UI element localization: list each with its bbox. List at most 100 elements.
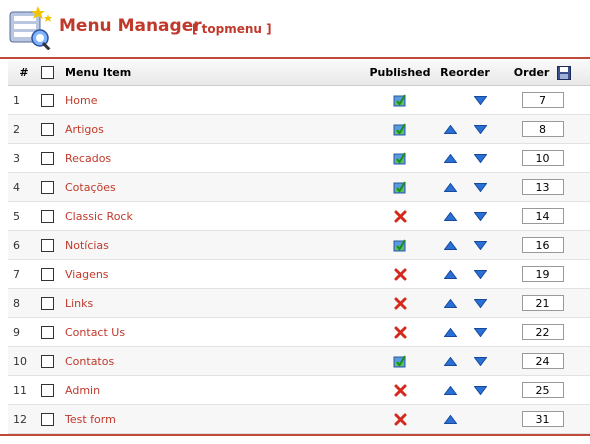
move-down-icon[interactable]: [473, 386, 487, 395]
move-up-icon[interactable]: [443, 328, 457, 337]
menu-item-link[interactable]: Contact Us: [65, 326, 125, 339]
order-input[interactable]: [521, 121, 564, 137]
move-up-icon[interactable]: [443, 299, 457, 308]
move-up-cell: [435, 288, 465, 318]
move-down-cell: [465, 404, 495, 434]
move-down-icon[interactable]: [473, 328, 487, 337]
move-up-icon[interactable]: [443, 357, 457, 366]
published-icon[interactable]: [393, 122, 407, 136]
menu-item-link[interactable]: Admin: [65, 384, 100, 397]
order-input[interactable]: [521, 179, 564, 195]
row-checkbox[interactable]: [40, 267, 54, 281]
menu-item-link[interactable]: Cotações: [65, 181, 116, 194]
menu-item-link[interactable]: Recados: [65, 152, 111, 165]
order-input[interactable]: [521, 92, 564, 108]
row-checkbox[interactable]: [40, 209, 54, 223]
row-select-cell: [35, 172, 59, 202]
row-checkbox[interactable]: [40, 180, 54, 194]
header: Menu Manager [ topmenu ]: [0, 0, 590, 56]
move-down-icon[interactable]: [473, 212, 487, 221]
menu-item-link[interactable]: Classic Rock: [65, 210, 133, 223]
move-up-cell: [435, 317, 465, 347]
move-up-icon[interactable]: [443, 154, 457, 163]
move-up-icon[interactable]: [443, 270, 457, 279]
move-up-icon[interactable]: [443, 241, 457, 250]
row-checkbox[interactable]: [40, 151, 54, 165]
unpublished-icon[interactable]: [394, 326, 407, 339]
published-icon[interactable]: [393, 354, 407, 368]
menu-item-link[interactable]: Artigos: [65, 123, 104, 136]
move-up-icon[interactable]: [443, 125, 457, 134]
unpublished-icon[interactable]: [394, 297, 407, 310]
row-checkbox[interactable]: [40, 325, 54, 339]
unpublished-icon[interactable]: [394, 413, 407, 426]
row-checkbox[interactable]: [40, 296, 54, 310]
row-select-cell: [35, 259, 59, 289]
order-input[interactable]: [521, 411, 564, 427]
row-number: 10: [8, 346, 35, 376]
row-checkbox[interactable]: [40, 93, 54, 107]
order-input[interactable]: [521, 237, 564, 253]
menu-item-link[interactable]: Home: [65, 94, 97, 107]
move-up-icon[interactable]: [443, 415, 457, 424]
published-cell: [365, 201, 435, 231]
row-number: 12: [8, 404, 35, 434]
move-down-cell: [465, 172, 495, 202]
move-down-icon[interactable]: [473, 270, 487, 279]
move-down-icon[interactable]: [473, 125, 487, 134]
column-header-published[interactable]: Published: [365, 60, 435, 86]
move-up-icon[interactable]: [443, 386, 457, 395]
order-input[interactable]: [521, 150, 564, 166]
menu-item-link[interactable]: Contatos: [65, 355, 114, 368]
unpublished-icon[interactable]: [394, 210, 407, 223]
move-down-icon[interactable]: [473, 299, 487, 308]
published-icon[interactable]: [393, 238, 407, 252]
table-row: 7 Viagens: [8, 259, 590, 289]
order-input[interactable]: [521, 353, 564, 369]
row-select-cell: [35, 317, 59, 347]
row-select-cell: [35, 346, 59, 376]
row-checkbox[interactable]: [40, 354, 54, 368]
menu-item-link[interactable]: Test form: [65, 413, 116, 426]
column-header-order-label[interactable]: Order: [514, 66, 550, 79]
order-input[interactable]: [521, 295, 564, 311]
unpublished-icon[interactable]: [394, 384, 407, 397]
published-icon[interactable]: [393, 93, 407, 107]
order-cell: [495, 317, 590, 347]
order-input[interactable]: [521, 324, 564, 340]
column-header-num: #: [8, 60, 35, 86]
move-down-icon[interactable]: [473, 183, 487, 192]
row-checkbox[interactable]: [40, 122, 54, 136]
table-row: 2 Artigos: [8, 114, 590, 144]
table-row: 4 Cotações: [8, 172, 590, 202]
move-down-icon[interactable]: [473, 96, 487, 105]
published-icon[interactable]: [393, 151, 407, 165]
order-input[interactable]: [521, 266, 564, 282]
order-input[interactable]: [521, 208, 564, 224]
published-icon[interactable]: [393, 180, 407, 194]
move-up-icon[interactable]: [443, 183, 457, 192]
move-down-icon[interactable]: [473, 357, 487, 366]
move-down-icon[interactable]: [473, 154, 487, 163]
row-checkbox[interactable]: [40, 412, 54, 426]
move-down-cell: [465, 288, 495, 318]
move-down-cell: [465, 114, 495, 144]
row-checkbox[interactable]: [40, 383, 54, 397]
table-header-row: # Menu Item Published Reorder Order: [8, 60, 590, 86]
move-down-cell: [465, 259, 495, 289]
order-cell: [495, 172, 590, 202]
select-all-checkbox[interactable]: [40, 66, 54, 80]
order-input[interactable]: [521, 382, 564, 398]
column-header-menu-item[interactable]: Menu Item: [59, 60, 365, 86]
row-checkbox[interactable]: [40, 238, 54, 252]
menu-item-link[interactable]: Links: [65, 297, 93, 310]
menu-item-link[interactable]: Notícias: [65, 239, 109, 252]
move-up-icon[interactable]: [443, 212, 457, 221]
move-down-icon[interactable]: [473, 241, 487, 250]
published-cell: [365, 404, 435, 434]
menu-item-link[interactable]: Viagens: [65, 268, 109, 281]
unpublished-icon[interactable]: [394, 268, 407, 281]
table-row: 9 Contact Us: [8, 317, 590, 347]
save-order-icon[interactable]: [557, 65, 572, 80]
move-up-cell: [435, 404, 465, 434]
